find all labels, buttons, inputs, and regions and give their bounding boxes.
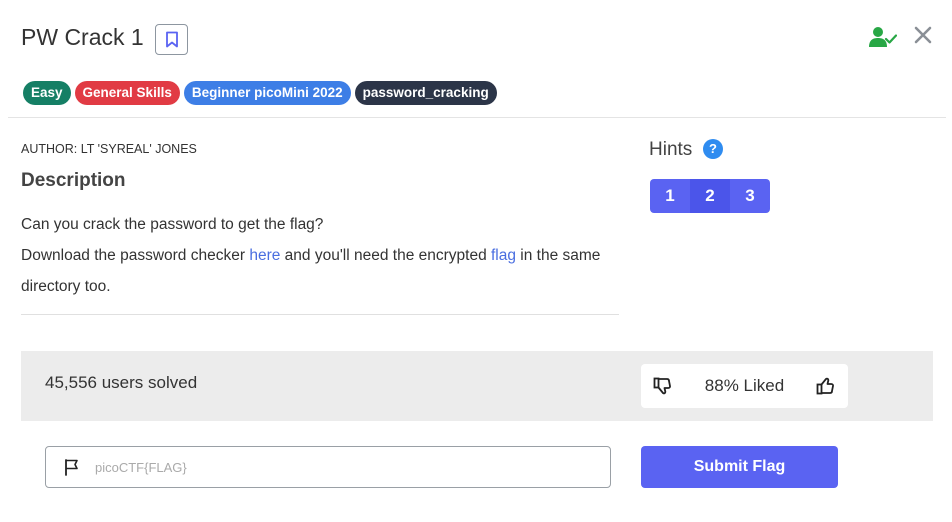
description-line-1: Can you crack the password to get the fl… (21, 216, 324, 233)
submit-flag-button[interactable]: Submit Flag (641, 446, 838, 488)
description-divider (21, 314, 619, 315)
tag-event[interactable]: Beginner picoMini 2022 (183, 81, 351, 105)
tag-category[interactable]: General Skills (74, 81, 180, 105)
tag-list: Easy General Skills Beginner picoMini 20… (23, 81, 497, 105)
thumbs-down-button[interactable] (653, 376, 673, 396)
download-checker-link[interactable]: here (249, 247, 280, 264)
liked-percentage: 88% Liked (704, 376, 785, 395)
description-heading: Description (21, 170, 126, 191)
close-icon[interactable] (913, 25, 933, 45)
hint-button-group: 1 2 3 (650, 179, 770, 213)
user-check-icon[interactable] (869, 26, 897, 48)
download-flag-link[interactable]: flag (491, 247, 516, 264)
bookmark-button[interactable] (155, 24, 188, 55)
challenge-title: PW Crack 1 (21, 24, 144, 50)
thumbs-up-icon (816, 377, 834, 395)
solved-count: 45,556 users solved (45, 373, 198, 392)
challenge-modal: PW Crack 1 Easy General Skills Beginner … (0, 0, 952, 522)
thumbs-down-icon (653, 377, 671, 395)
hint-1-button[interactable]: 1 (650, 179, 690, 213)
description-text: Can you crack the password to get the fl… (21, 209, 621, 302)
description-line-2: Download the password checker here and y… (21, 240, 621, 302)
hint-3-button[interactable]: 3 (730, 179, 770, 213)
description-text-part: Download the password checker (21, 247, 250, 264)
author-label: AUTHOR: LT 'SYREAL' JONES (21, 142, 197, 156)
tag-difficulty[interactable]: Easy (23, 81, 71, 105)
flag-icon (65, 459, 78, 476)
header-divider (8, 117, 946, 118)
hint-2-button[interactable]: 2 (690, 179, 730, 213)
bookmark-icon (165, 31, 178, 48)
like-panel: 88% Liked (641, 364, 848, 408)
hints-heading: Hints (649, 139, 693, 160)
tag-topic[interactable]: password_cracking (354, 81, 497, 105)
thumbs-up-button[interactable] (816, 376, 836, 396)
description-text-part: and you'll need the encrypted (280, 247, 491, 264)
flag-input[interactable] (95, 459, 575, 475)
flag-input-wrapper (45, 446, 611, 488)
help-icon[interactable]: ? (703, 139, 723, 159)
